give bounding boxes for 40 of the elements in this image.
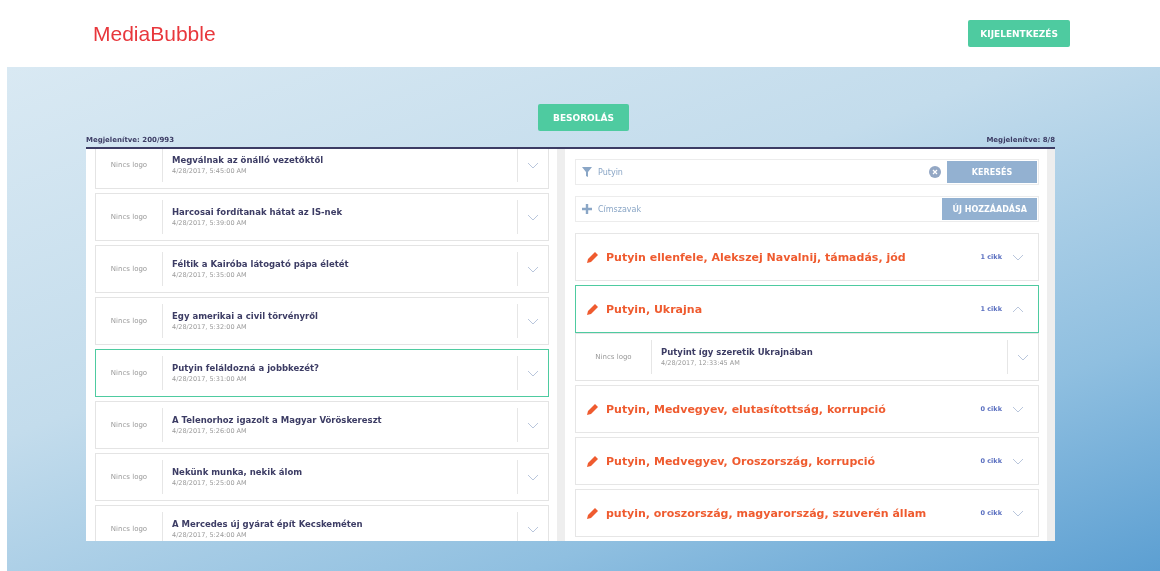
article-title: A Mercedes új gyárat épít Kecskeméten: [172, 519, 364, 529]
chevron-down-icon[interactable]: [1012, 253, 1024, 261]
article-title: Féltik a Kairóba látogató pápa életét: [172, 259, 350, 269]
chevron-down-icon[interactable]: [527, 213, 539, 221]
pencil-icon: [587, 251, 599, 263]
chevron-down-icon[interactable]: [1012, 509, 1024, 517]
plus-icon: [582, 204, 592, 214]
article-title: A Telenorhoz igazolt a Magyar Vöröskereszt: [172, 415, 383, 425]
article-title: Nekünk munka, nekik álom: [172, 467, 304, 477]
chevron-down-icon[interactable]: [527, 161, 539, 169]
search-field[interactable]: Putyin KERESÉS: [575, 159, 1039, 185]
chevron-down-icon[interactable]: [527, 473, 539, 481]
chevron-down-icon[interactable]: [1012, 457, 1024, 465]
chevron-down-icon[interactable]: [527, 369, 539, 377]
scrollbar[interactable]: [1047, 149, 1055, 541]
group-title: Putyin, Medvegyev, Oroszország, korrupció: [606, 454, 877, 468]
chevron-down-icon[interactable]: [527, 265, 539, 273]
chevron-down-icon[interactable]: [527, 421, 539, 429]
scrollbar[interactable]: [557, 149, 565, 541]
group-title: Putyin, Ukrajna: [606, 302, 704, 316]
logo: MediaBubble: [93, 21, 216, 46]
pencil-icon: [587, 507, 599, 519]
pencil-icon: [587, 403, 599, 415]
article-title: Megválnak az önálló vezetőktől: [172, 155, 325, 165]
article-title: Egy amerikai a civil törvényről: [172, 311, 320, 321]
group-title: putyin, oroszország, magyarország, szuverén állam: [606, 506, 928, 520]
pencil-icon: [587, 303, 599, 315]
article-title: Putyint így szeretik Ukrajnában: [661, 347, 814, 357]
group-title: Putyin, Medvegyev, elutasítottság, korrupció: [606, 402, 887, 416]
chevron-up-icon[interactable]: [1012, 305, 1024, 313]
chevron-down-icon[interactable]: [527, 525, 539, 533]
chevron-down-icon[interactable]: [527, 317, 539, 325]
filter-icon: [582, 167, 592, 177]
article-title: Putyin feláldozná a jobbkezét?: [172, 363, 320, 373]
group-title: Putyin ellenfele, Alekszej Navalnij, támadás, jód: [606, 250, 907, 264]
chevron-down-icon[interactable]: [1017, 353, 1029, 361]
article-title: Harcosai fordítanak hátat az IS-nek: [172, 207, 344, 217]
chevron-down-icon[interactable]: [1012, 405, 1024, 413]
pencil-icon: [587, 455, 599, 467]
clear-icon[interactable]: [929, 166, 941, 178]
